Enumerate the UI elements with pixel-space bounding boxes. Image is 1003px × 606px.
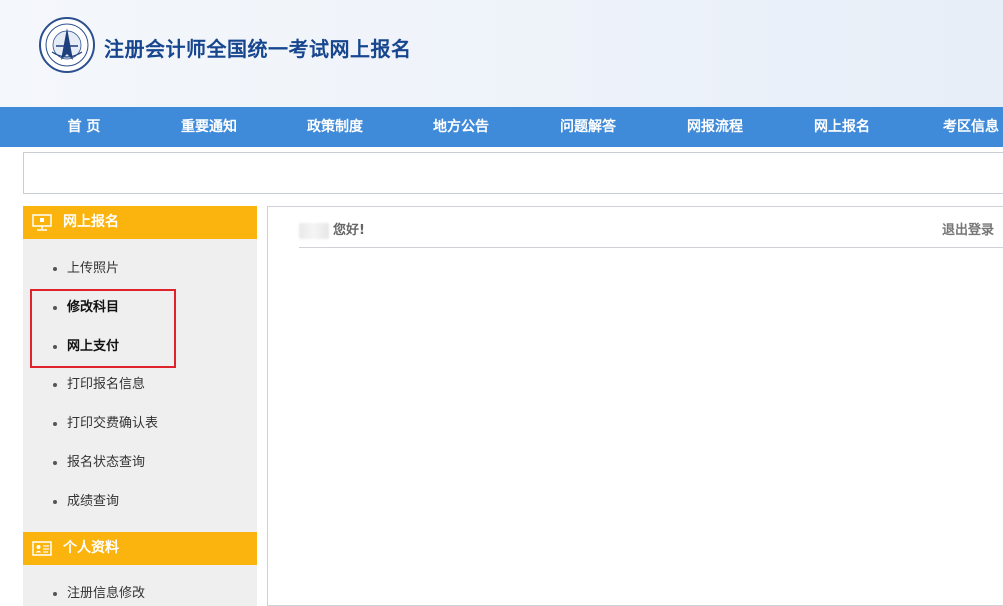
sidebar-item-label: 网上支付 [67, 339, 120, 354]
sidebar-item-upload-photo[interactable]: 上传照片 [53, 258, 119, 280]
sidebar-item-label: 注册信息修改 [67, 586, 146, 601]
nav-item-exam-area-info[interactable]: 考区信息 [930, 107, 1003, 147]
sidebar-item-label: 打印报名信息 [67, 377, 146, 392]
notice-bar [23, 152, 1003, 194]
main-content: 您好! 退出登录 [267, 206, 1003, 606]
nav-item-home[interactable]: 首 页 [43, 107, 125, 147]
bullet-icon [53, 266, 57, 271]
sidebar-item-score-query[interactable]: 成绩查询 [53, 491, 119, 513]
id-card-icon [32, 541, 52, 556]
monitor-icon [32, 214, 52, 231]
sidebar-item-label: 打印交费确认表 [67, 416, 159, 431]
site-title: 注册会计师全国统一考试网上报名 [104, 37, 412, 61]
masked-username [299, 223, 329, 239]
sidebar-item-print-payment-confirmation[interactable]: 打印交费确认表 [53, 413, 158, 435]
bullet-icon [53, 499, 57, 504]
sidebar-item-print-registration[interactable]: 打印报名信息 [53, 374, 145, 396]
bullet-icon [53, 460, 57, 465]
nav-item-notices[interactable]: 重要通知 [168, 107, 250, 147]
sidebar-section-label: 网上报名 [63, 214, 119, 230]
bullet-icon [53, 305, 57, 310]
sidebar-item-modify-subjects[interactable]: 修改科目 [53, 297, 119, 319]
nav-item-local-announcements[interactable]: 地方公告 [420, 107, 502, 147]
greeting-row: 您好! 退出登录 [299, 217, 1003, 248]
sidebar-section-online-registration: 网上报名 [23, 206, 257, 239]
sidebar-item-label: 上传照片 [67, 261, 120, 276]
nav-item-policies[interactable]: 政策制度 [294, 107, 376, 147]
cicpa-logo-icon [39, 17, 95, 73]
sidebar-item-registration-status[interactable]: 报名状态查询 [53, 452, 145, 474]
nav-item-online-registration[interactable]: 网上报名 [801, 107, 883, 147]
bullet-icon [53, 382, 57, 387]
sidebar-item-label: 报名状态查询 [67, 455, 146, 470]
sidebar: 网上报名 上传照片 修改科目 网上支付 打印报名信息 打印交费确认表 报名状态查… [23, 206, 257, 606]
bullet-icon [53, 591, 57, 596]
sidebar-item-label: 成绩查询 [67, 494, 120, 509]
main-nav: 首 页 重要通知 政策制度 地方公告 问题解答 网报流程 网上报名 考区信息 [0, 107, 1003, 147]
site-header: 注册会计师全国统一考试网上报名 [0, 0, 1003, 107]
sidebar-item-label: 修改科目 [67, 300, 120, 315]
logout-link[interactable]: 退出登录 [942, 217, 994, 245]
bullet-icon [53, 421, 57, 426]
nav-item-process[interactable]: 网报流程 [674, 107, 756, 147]
bullet-icon [53, 344, 57, 349]
sidebar-section-label: 个人资料 [63, 540, 119, 556]
greeting-text: 您好! [333, 223, 365, 238]
sidebar-item-online-payment[interactable]: 网上支付 [53, 336, 119, 358]
sidebar-section-personal-info: 个人资料 [23, 532, 257, 565]
nav-item-faq[interactable]: 问题解答 [547, 107, 629, 147]
